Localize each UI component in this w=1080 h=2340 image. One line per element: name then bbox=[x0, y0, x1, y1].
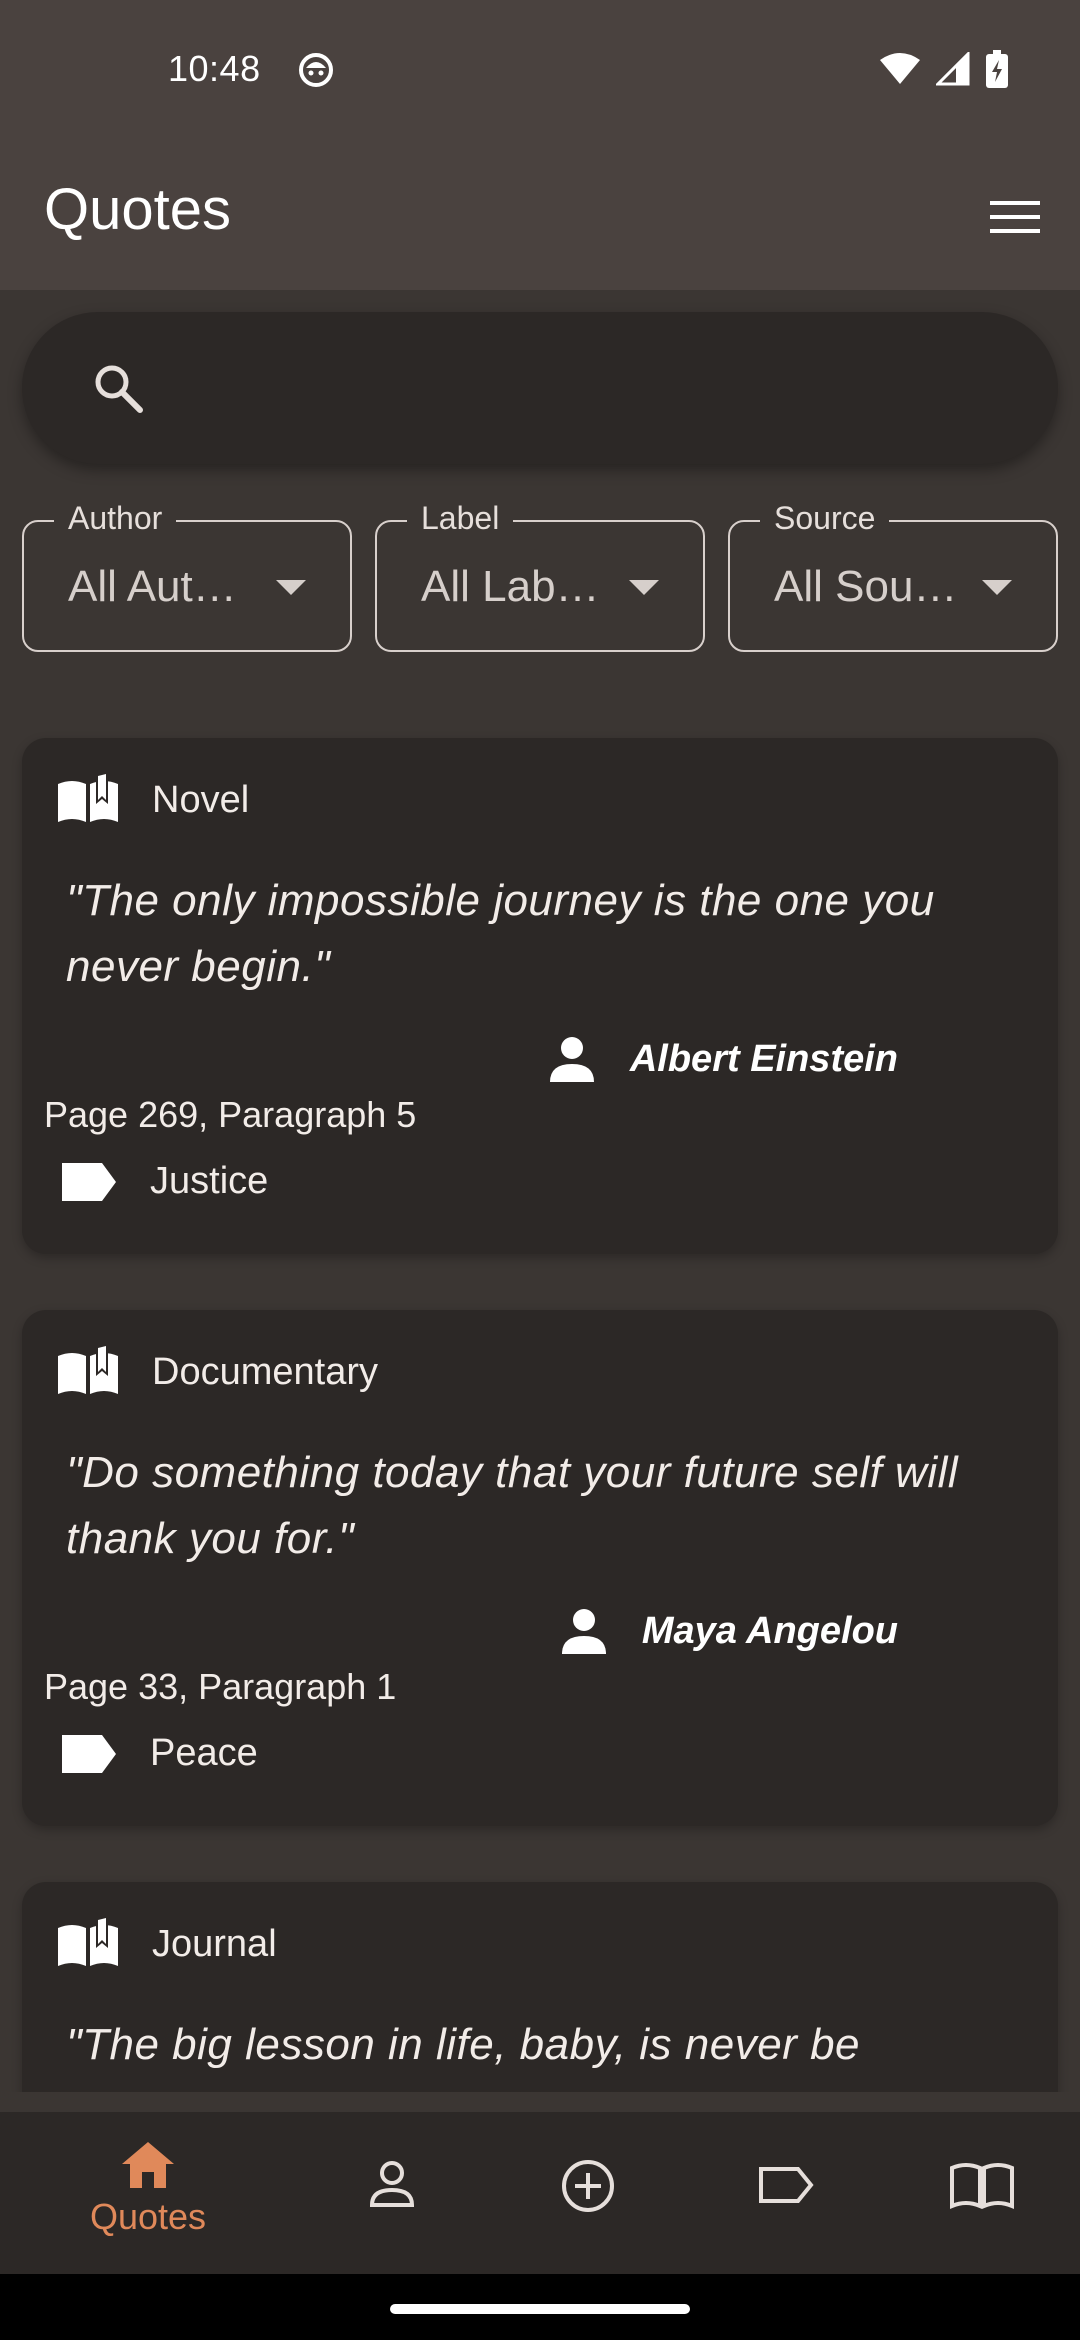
menu-button[interactable] bbox=[980, 182, 1050, 252]
quote-author: Maya Angelou bbox=[641, 1609, 898, 1652]
home-icon bbox=[122, 2142, 174, 2188]
quote-location: Page 33, Paragraph 1 bbox=[44, 1666, 397, 1707]
quote-author: Albert Einstein bbox=[629, 1037, 898, 1080]
gesture-handle[interactable] bbox=[390, 2304, 690, 2314]
quote-card[interactable]: Novel "The only impossible journey is th… bbox=[22, 738, 1058, 1254]
book-icon bbox=[58, 1918, 118, 1966]
label-filter-label: Label bbox=[407, 500, 514, 537]
quote-text: "The only impossible journey is the one … bbox=[66, 876, 935, 991]
source-type: Journal bbox=[152, 1922, 277, 1965]
book-icon bbox=[950, 2163, 1014, 2210]
dropdown-arrow-icon bbox=[629, 580, 659, 595]
status-bar: 10:48 bbox=[0, 0, 1080, 140]
wifi-icon bbox=[880, 53, 920, 84]
hamburger-menu-icon bbox=[990, 201, 1040, 233]
nav-add-quote[interactable] bbox=[498, 2112, 678, 2274]
author-filter-value: All Aut… bbox=[68, 562, 237, 611]
nav-sources[interactable] bbox=[892, 2112, 1072, 2274]
cell-signal-icon bbox=[936, 52, 970, 86]
quote-text: "Do something today that your future sel… bbox=[66, 1448, 959, 1563]
bottom-navigation: Quotes bbox=[0, 2112, 1080, 2274]
dropdown-arrow-icon bbox=[276, 580, 306, 595]
label-icon bbox=[62, 1162, 116, 1201]
author-filter-dropdown[interactable]: Author All Aut… bbox=[22, 500, 352, 652]
nav-quotes-label: Quotes bbox=[89, 2196, 207, 2237]
nav-quotes[interactable]: Quotes bbox=[58, 2112, 238, 2274]
page-title: Quotes bbox=[44, 177, 231, 242]
source-type: Novel bbox=[152, 778, 250, 821]
source-filter-value: All Sou… bbox=[774, 562, 958, 611]
quote-location: Page 269, Paragraph 5 bbox=[44, 1094, 417, 1135]
label-icon bbox=[759, 2167, 814, 2203]
source-filter-dropdown[interactable]: Source All Sou… bbox=[728, 500, 1058, 652]
label-filter-value: All Lab… bbox=[421, 562, 600, 611]
book-icon bbox=[58, 774, 118, 822]
filter-row: Author All Aut… Label All Lab… Source Al… bbox=[22, 500, 1058, 652]
app-notification-icon bbox=[299, 53, 333, 87]
nav-authors[interactable] bbox=[302, 2112, 482, 2274]
quote-tag: Peace bbox=[150, 1732, 258, 1774]
search-input[interactable] bbox=[162, 352, 1022, 424]
add-circle-icon bbox=[562, 2160, 614, 2212]
author-filter-label: Author bbox=[54, 500, 177, 537]
quote-card[interactable]: Journal "The big lesson in life, baby, i… bbox=[22, 1882, 1058, 2092]
label-filter-dropdown[interactable]: Label All Lab… bbox=[375, 500, 705, 652]
quote-tag: Justice bbox=[150, 1160, 269, 1202]
person-icon bbox=[561, 1609, 606, 1654]
quote-list[interactable]: Novel "The only impossible journey is th… bbox=[0, 700, 1080, 2092]
person-icon bbox=[549, 1037, 594, 1082]
app-bar: Quotes bbox=[0, 140, 1080, 290]
search-icon bbox=[95, 365, 143, 413]
book-icon bbox=[58, 1346, 118, 1394]
person-icon bbox=[369, 2161, 415, 2207]
status-time: 10:48 bbox=[168, 48, 261, 89]
quote-text: "The big lesson in life, baby, is never … bbox=[66, 2020, 861, 2069]
source-type: Documentary bbox=[152, 1350, 378, 1393]
quote-card[interactable]: Documentary "Do something today that you… bbox=[22, 1310, 1058, 1826]
nav-labels[interactable] bbox=[696, 2112, 876, 2274]
dropdown-arrow-icon bbox=[982, 580, 1012, 595]
battery-icon bbox=[986, 50, 1008, 88]
search-bar[interactable] bbox=[22, 312, 1058, 464]
source-filter-label: Source bbox=[760, 500, 890, 537]
label-icon bbox=[62, 1734, 116, 1773]
